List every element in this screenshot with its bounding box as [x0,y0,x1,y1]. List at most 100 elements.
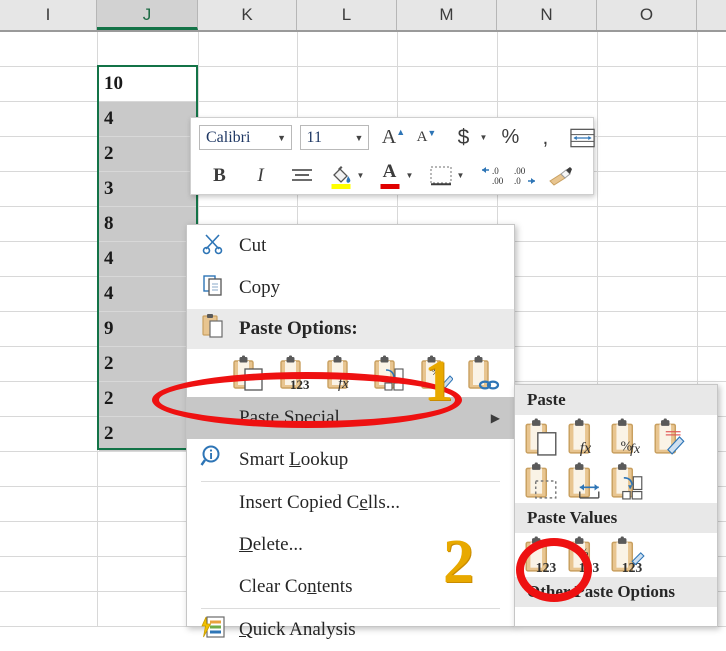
decrease-decimal-icon[interactable]: .0 .00 [479,161,507,191]
chevron-down-icon[interactable]: ▼ [402,161,416,191]
values-icon[interactable]: 123 [523,536,559,574]
increase-decimal-icon[interactable]: .00 .0 [511,161,539,191]
paste-formulas-icon[interactable]: fx [325,355,359,391]
borders-icon[interactable] [428,161,453,191]
column-header-O[interactable]: O [597,0,697,30]
svg-text:%: % [579,546,589,559]
menu-item-label: Delete... [239,534,303,556]
menu-item-insert-copied-cells[interactable]: Insert Copied Cells... [187,482,514,524]
accounting-number-format-icon[interactable]: $ [451,123,476,153]
cell-J7[interactable]: 4 [99,277,196,311]
font-name-value: Calibri [200,129,273,147]
svg-text:fx: fx [630,441,640,456]
svg-text:.00: .00 [492,176,504,186]
cell-J11[interactable]: 2 [99,417,196,451]
clipboard-base-glyph: fx [325,355,359,391]
chevron-down-icon[interactable]: ▼ [350,133,368,143]
paste-transpose-icon[interactable] [372,355,406,391]
menu-item-copy[interactable]: Copy [187,267,514,309]
cell-J8[interactable]: 9 [99,312,196,346]
annotation-number-1: 1 [424,352,453,410]
font-color-swatch [380,184,399,189]
keep-source-column-widths-icon[interactable] [566,462,602,500]
cell-J3[interactable]: 2 [99,137,196,171]
font-size-combo[interactable]: 11 ▼ [300,125,369,150]
column-header-K[interactable]: K [198,0,297,30]
menu-item-label: Paste Special... [239,407,354,429]
paste-icon[interactable] [523,418,559,456]
clipboard-base-glyph: 123 [278,355,312,391]
grid-row[interactable] [0,32,726,67]
column-header-M[interactable]: M [397,0,497,30]
clipboard-glyph [201,313,225,339]
copy-glyph [201,273,225,297]
clipboard-base-glyph: 123% [566,536,602,574]
menu-item-smart-lookup[interactable]: Smart Lookup [187,439,514,481]
cell-J2[interactable]: 4 [99,102,196,136]
merge-cells-icon[interactable] [570,123,595,153]
svg-text:123: 123 [622,560,643,574]
clipboard-icon [187,313,239,345]
chevron-down-icon[interactable]: ▼ [476,123,490,153]
cell-J10[interactable]: 2 [99,382,196,416]
submenu-icon-row: fx%fx [515,415,717,459]
center-align-glyph [291,167,313,185]
shrink-font-icon[interactable]: A▼ [414,123,439,153]
column-header-N[interactable]: N [497,0,597,30]
fill-color-swatch [331,184,350,189]
chevron-down-icon[interactable]: ▼ [353,161,367,191]
cell-J9[interactable]: 2 [99,347,196,381]
cell-J4[interactable]: 3 [99,172,196,206]
no-borders-icon[interactable] [523,462,559,500]
clipboard-base-glyph: fx [566,418,602,456]
values-number-formatting-icon[interactable]: 123% [566,536,602,574]
copy-icon [187,273,239,303]
transpose-icon[interactable] [609,462,645,500]
font-color-icon[interactable]: A [377,161,402,191]
comma-style-icon[interactable]: , [533,123,558,153]
font-name-combo[interactable]: Calibri ▼ [199,125,292,150]
clipboard-base-glyph [523,462,559,500]
format-painter-icon[interactable] [547,161,575,191]
clipboard-base-glyph: 123 [523,536,559,574]
column-header-J[interactable]: J [97,0,198,30]
cell-J1[interactable]: 10 [99,67,196,101]
paste-special-submenu[interactable]: Pastefx%fxPaste Values123123%123Other Pa… [514,384,718,627]
paste-values-icon[interactable]: 123 [278,355,312,391]
grow-font-icon[interactable]: A▲ [381,123,406,153]
center-align-icon[interactable] [289,161,314,191]
values-source-formatting-icon[interactable]: 123 [609,536,645,574]
paste-options-icon-strip[interactable]: 123fx% [187,349,514,397]
menu-section-paste-options: Paste Options: [187,309,514,349]
increase-decimal-glyph: .00 .0 [511,164,539,188]
menu-item-quick-analysis[interactable]: Quick Analysis [187,609,514,651]
chevron-down-icon[interactable]: ▼ [453,161,467,191]
annotation-number-2: 2 [443,531,474,593]
mini-toolbar[interactable]: Calibri ▼ 11 ▼ A▲ A▼ $ ▼ % , B [190,117,594,195]
svg-text:123: 123 [536,560,557,574]
keep-source-formatting-icon[interactable] [652,418,688,456]
paste-formulas-icon[interactable]: fx [566,418,602,456]
cell-J5[interactable]: 8 [99,207,196,241]
menu-item-label: Cut [239,235,266,257]
menu-item-cut[interactable]: Cut [187,225,514,267]
clipboard-base-glyph: 123 [609,536,645,574]
borders-glyph [429,165,453,187]
svg-text:.00: .00 [514,166,526,176]
clipboard-base-glyph [372,355,406,391]
svg-text:.0: .0 [492,166,499,176]
chevron-down-icon[interactable]: ▼ [273,133,291,143]
cell-J6[interactable]: 4 [99,242,196,276]
percent-style-icon[interactable]: % [498,123,523,153]
column-header-L[interactable]: L [297,0,397,30]
paste-formulas-number-formatting-icon[interactable]: %fx [609,418,645,456]
paste-all-icon[interactable] [231,355,265,391]
clipboard-base-glyph [566,462,602,500]
fill-color-icon[interactable] [328,161,353,191]
bold-icon[interactable]: B [207,161,232,191]
column-header-I[interactable]: I [0,0,97,30]
italic-icon[interactable]: I [248,161,273,191]
menu-item-paste-special[interactable]: Paste Special... ▶ [187,397,514,439]
quick-analysis-icon [187,615,239,645]
paste-link-icon[interactable] [466,355,500,391]
